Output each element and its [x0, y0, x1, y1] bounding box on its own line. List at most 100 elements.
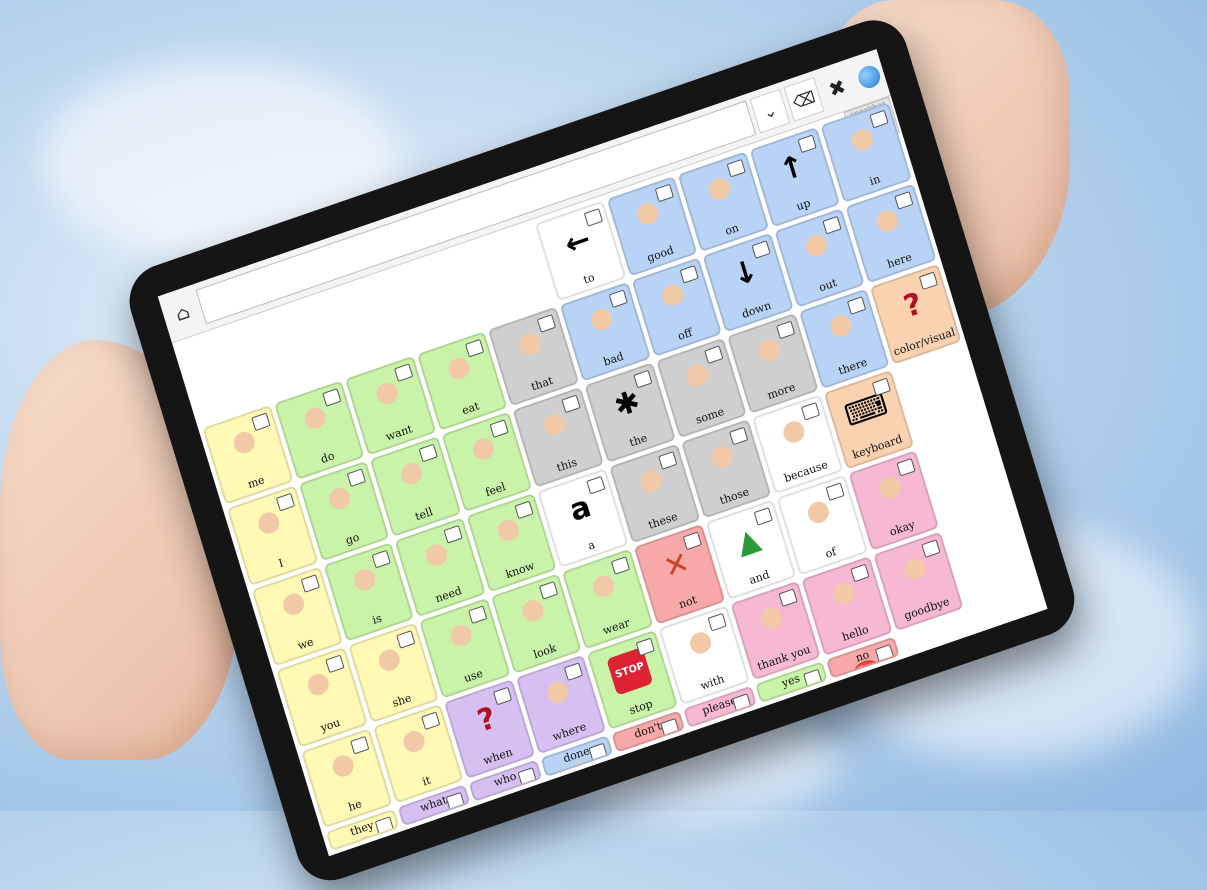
- question-icon: ?: [899, 285, 927, 325]
- person-icon: [295, 663, 343, 713]
- cell-label: tell: [413, 504, 435, 523]
- folder-tab-icon: [679, 264, 699, 284]
- folder-tab-icon: [536, 313, 556, 333]
- chevron-down-icon[interactable]: ⌄: [749, 88, 791, 134]
- folder-tab-icon: [514, 500, 534, 519]
- cell-label: know: [504, 558, 537, 582]
- folder-tab-icon: [869, 109, 889, 129]
- folder-tab-icon: [704, 345, 724, 364]
- folder-tab-icon: [588, 742, 609, 762]
- close-icon[interactable]: ✖: [818, 67, 856, 109]
- in-icon: [840, 119, 888, 168]
- person-icon: [317, 477, 365, 527]
- cell-label: use: [462, 666, 485, 685]
- cell-label: when: [481, 745, 515, 768]
- face-icon: [413, 533, 461, 583]
- cell-label: not: [677, 592, 699, 611]
- folder-tab-icon: [250, 412, 270, 431]
- folder-tab-icon: [492, 686, 512, 705]
- cell-label: we: [296, 635, 316, 653]
- folder-tab-icon: [418, 443, 438, 463]
- folder-tab-icon: [517, 767, 537, 786]
- folder-tab-icon: [682, 531, 702, 551]
- arrows-icon: [534, 670, 582, 720]
- person-icon: [892, 547, 940, 597]
- folder-tab-icon: [825, 482, 845, 502]
- off-icon: [650, 273, 698, 323]
- person-icon: [246, 502, 294, 551]
- folder-tab-icon: [539, 580, 559, 600]
- dots-icon: [675, 354, 723, 404]
- home-icon[interactable]: ⌂: [164, 292, 202, 334]
- cell-label: wear: [601, 615, 632, 637]
- folder-tab-icon: [467, 605, 488, 625]
- arrow-icon: [771, 410, 819, 460]
- cell-label: on: [723, 220, 741, 238]
- folder-tab-icon: [850, 563, 870, 582]
- keyboard-icon: ⌨: [840, 386, 892, 435]
- folder-tab-icon: [726, 158, 746, 178]
- point-icon: [391, 720, 439, 769]
- face-icon: [435, 347, 483, 397]
- cell-label: those: [718, 485, 751, 508]
- dots-icon: [699, 435, 747, 485]
- folder-tab-icon: [657, 450, 677, 470]
- dots-icon: [746, 329, 794, 379]
- stop-sign-icon: STOP: [606, 646, 654, 696]
- cell-label: good: [645, 242, 676, 265]
- arrow-up-icon: ↑: [775, 147, 810, 189]
- people-icon: [270, 583, 318, 632]
- cell-label: it: [420, 773, 433, 789]
- folder-tab-icon: [421, 710, 441, 730]
- folder-tab-icon: [822, 215, 842, 234]
- dots-icon: [628, 460, 676, 509]
- folder-tab-icon: [443, 524, 463, 544]
- shirt-icon: [581, 565, 629, 615]
- hand-icon: [342, 558, 390, 608]
- folder-tab-icon: [896, 457, 916, 477]
- asterisk-icon: ✱: [610, 382, 645, 425]
- folder-tab-icon: [300, 573, 320, 593]
- folder-tab-icon: [847, 296, 867, 315]
- point-icon: [507, 322, 555, 372]
- globe-icon[interactable]: [850, 56, 888, 98]
- cell-label: need: [433, 583, 464, 606]
- folder-tab-icon: [894, 190, 914, 210]
- folder-tab-icon: [751, 239, 771, 259]
- triangle-icon: ▲: [732, 520, 765, 562]
- folder-tab-icon: [921, 538, 941, 558]
- cell-label: off: [676, 325, 694, 344]
- folder-tab-icon: [635, 637, 655, 656]
- cell-label: feel: [483, 479, 507, 499]
- letter-a-icon: a: [565, 488, 596, 530]
- folder-tab-icon: [632, 369, 653, 389]
- folder-tab-icon: [707, 612, 727, 632]
- cell-label: more: [765, 379, 797, 402]
- folder-tab-icon: [374, 816, 394, 836]
- face-icon: [460, 428, 508, 478]
- folder-tab-icon: [608, 289, 628, 308]
- folder-tab-icon: [349, 735, 369, 755]
- cell-label: this: [555, 454, 579, 475]
- folder-tab-icon: [872, 376, 892, 396]
- cell-label: there: [836, 355, 869, 378]
- folder-tab-icon: [393, 362, 413, 382]
- cell-label: and: [747, 567, 771, 587]
- folder-tab-icon: [918, 271, 939, 291]
- cell-label: want: [384, 422, 414, 444]
- cell-label: do: [319, 449, 336, 466]
- backspace-icon[interactable]: ⌫: [783, 76, 825, 122]
- person-icon: [820, 572, 868, 622]
- face-icon: [578, 298, 626, 348]
- here-icon: [864, 199, 912, 249]
- cell-label: you: [318, 715, 342, 735]
- cell-label: go: [343, 529, 361, 547]
- folder-tab-icon: [654, 183, 675, 203]
- face-icon: [389, 453, 437, 502]
- folder-tab-icon: [586, 475, 606, 495]
- cell-label: me: [246, 473, 267, 492]
- thumbs-up-icon: [867, 467, 915, 516]
- out-icon: [793, 224, 841, 274]
- there-icon: [818, 305, 866, 355]
- person-icon: [292, 396, 341, 446]
